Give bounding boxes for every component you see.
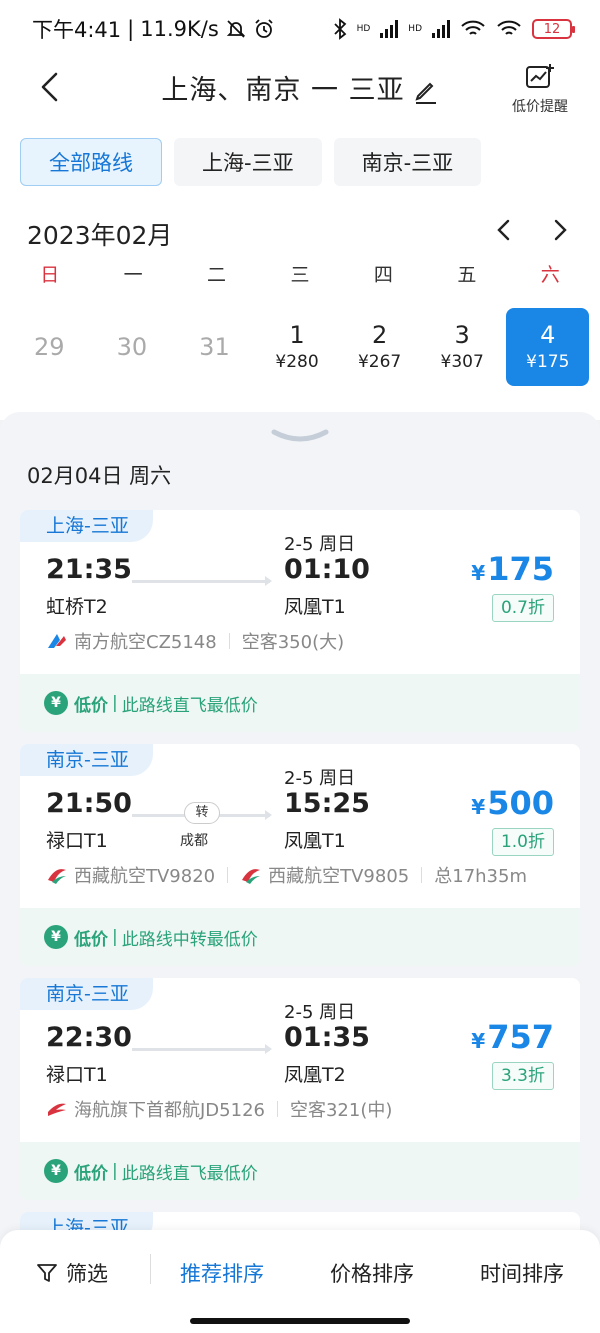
status-bar: 下午4:41 | 11.9K/s HD HD 12 bbox=[0, 0, 600, 58]
arrival-date: 2-5 周日 bbox=[284, 768, 356, 789]
calendar-day: 31 bbox=[199, 333, 230, 361]
weekday-label: 二 bbox=[207, 264, 227, 286]
route-label: 南京-三亚 bbox=[20, 978, 153, 1010]
weekday-label: 五 bbox=[457, 264, 477, 286]
network-speed: 11.9K/s bbox=[140, 17, 219, 41]
arrival-airport: 凤凰T1 bbox=[284, 830, 346, 852]
flight-line bbox=[132, 1044, 272, 1054]
departure-airport: 虹桥T2 bbox=[46, 596, 108, 618]
lowest-price-tag: ¥ 低价 | 此路线直飞最低价 bbox=[20, 674, 580, 732]
collapse-chevron-icon[interactable] bbox=[270, 426, 330, 446]
results-panel: 02月04日 周六 上海-三亚 2-5 周日 21:35 01:10 虹桥T2 … bbox=[0, 412, 600, 1332]
lowest-price-tag: ¥ 低价 | 此路线直飞最低价 bbox=[20, 1142, 580, 1200]
tab-shanghai-sanya[interactable]: 上海-三亚 bbox=[174, 138, 322, 186]
departure-airport: 禄口T1 bbox=[46, 830, 108, 852]
calendar-day-selected[interactable]: 4 ¥175 bbox=[506, 308, 590, 386]
wifi-icon bbox=[461, 20, 485, 35]
hd-label: HD bbox=[408, 24, 422, 34]
flight-card[interactable]: 上海-三亚 2-5 周日 21:35 01:10 虹桥T2 凤凰T1 ¥175 … bbox=[20, 510, 580, 732]
arrival-time: 15:25 bbox=[284, 788, 370, 819]
bluetooth-icon bbox=[333, 18, 346, 40]
arrival-airport: 凤凰T1 bbox=[284, 596, 346, 618]
battery-icon: 12 bbox=[532, 19, 575, 39]
results-date-heading: 02月04日 周六 bbox=[27, 464, 172, 488]
calendar-day[interactable]: 2 ¥267 bbox=[338, 308, 421, 386]
departure-time: 22:30 bbox=[46, 1022, 132, 1053]
weekday-label: 四 bbox=[373, 264, 393, 286]
departure-time: 21:50 bbox=[46, 788, 132, 819]
arrival-date: 2-5 周日 bbox=[284, 534, 356, 555]
bottom-divider bbox=[150, 1254, 151, 1284]
capital-airlines-logo-icon bbox=[48, 1103, 66, 1116]
top-section: 下午4:41 | 11.9K/s HD HD 12 上海、南京 一 三亚 低价提… bbox=[0, 0, 600, 420]
weekday-label: 一 bbox=[123, 264, 143, 286]
tibet-airlines-logo-icon bbox=[48, 869, 66, 884]
calendar-days: 29 30 31 1 ¥280 2 ¥267 3 ¥307 4 ¥175 bbox=[8, 308, 592, 386]
signal-2-icon bbox=[432, 20, 450, 38]
transfer-city: 成都 bbox=[180, 833, 208, 849]
edit-pencil-icon[interactable] bbox=[413, 79, 439, 105]
arrival-time: 01:10 bbox=[284, 554, 370, 585]
discount-badge: 3.3折 bbox=[491, 1062, 554, 1090]
next-month-icon[interactable] bbox=[550, 218, 570, 242]
discount-badge: 1.0折 bbox=[491, 828, 554, 856]
flight-price: ¥175 bbox=[471, 550, 554, 588]
tab-nanjing-sanya[interactable]: 南京-三亚 bbox=[333, 138, 482, 186]
route-label: 上海-三亚 bbox=[20, 510, 153, 542]
discount-badge: 0.7折 bbox=[491, 594, 554, 622]
filter-button[interactable]: 筛选 bbox=[36, 1258, 108, 1288]
arrival-date: 2-5 周日 bbox=[284, 1002, 356, 1023]
flight-card[interactable]: 南京-三亚 2-5 周日 21:50 转 成都 15:25 禄口T1 凤凰T1 … bbox=[20, 744, 580, 966]
calendar-day[interactable]: 3 ¥307 bbox=[421, 308, 504, 386]
weekday-label: 三 bbox=[290, 264, 310, 286]
yen-circle-icon: ¥ bbox=[44, 925, 68, 949]
calendar-weekdays: 日 一 二 三 四 五 六 bbox=[8, 260, 592, 287]
calendar-day: 29 bbox=[34, 333, 65, 361]
home-indicator[interactable] bbox=[190, 1318, 410, 1324]
status-time: 下午4:41 bbox=[32, 18, 122, 42]
calendar-month: 2023年02月 bbox=[27, 221, 173, 250]
arrival-airport: 凤凰T2 bbox=[284, 1064, 346, 1086]
flight-info: 南方航空CZ5148 空客350(大) bbox=[46, 628, 344, 654]
flight-price: ¥757 bbox=[471, 1018, 554, 1056]
bottom-sort-bar: 筛选 推荐排序 价格排序 时间排序 bbox=[0, 1230, 600, 1333]
flight-info: 海航旗下首都航JD5126 空客321(中) bbox=[46, 1096, 392, 1122]
yen-circle-icon: ¥ bbox=[44, 1159, 68, 1183]
funnel-icon bbox=[37, 1264, 57, 1282]
departure-time: 21:35 bbox=[46, 554, 132, 585]
mute-bell-icon bbox=[226, 20, 245, 38]
yen-circle-icon: ¥ bbox=[44, 691, 68, 715]
calendar-nav bbox=[494, 218, 570, 242]
arrival-time: 01:35 bbox=[284, 1022, 370, 1053]
prev-month-icon[interactable] bbox=[494, 218, 514, 242]
flight-line bbox=[132, 576, 272, 586]
price-alert-button[interactable]: 低价提醒 bbox=[504, 62, 576, 116]
flight-price: ¥500 bbox=[471, 784, 554, 822]
app-header: 上海、南京 一 三亚 低价提醒 bbox=[0, 58, 600, 120]
wifi-2-icon bbox=[497, 20, 521, 35]
transfer-badge: 转 bbox=[184, 802, 220, 824]
departure-airport: 禄口T1 bbox=[46, 1064, 108, 1086]
sort-recommended-button[interactable]: 推荐排序 bbox=[180, 1258, 264, 1288]
sort-price-button[interactable]: 价格排序 bbox=[330, 1258, 414, 1288]
tab-all-routes[interactable]: 全部路线 bbox=[20, 138, 162, 186]
flight-card[interactable]: 南京-三亚 2-5 周日 22:30 01:35 禄口T1 凤凰T2 ¥757 … bbox=[20, 978, 580, 1200]
alarm-icon bbox=[255, 19, 273, 38]
calendar-day: 30 bbox=[116, 333, 148, 361]
route-label: 南京-三亚 bbox=[20, 744, 153, 776]
flight-info: 西藏航空TV9820 西藏航空TV9805 总17h35m bbox=[46, 862, 527, 888]
lowest-price-tag: ¥ 低价 | 此路线中转最低价 bbox=[20, 908, 580, 966]
sort-time-button[interactable]: 时间排序 bbox=[480, 1258, 564, 1288]
weekday-label: 日 bbox=[40, 264, 60, 286]
tibet-airlines-logo-icon bbox=[242, 869, 261, 884]
signal-1-icon bbox=[380, 20, 399, 38]
hd-label: HD bbox=[356, 24, 371, 34]
price-chart-plus-icon bbox=[526, 64, 554, 88]
calendar-day[interactable]: 1 ¥280 bbox=[256, 308, 339, 386]
china-southern-logo-icon bbox=[48, 634, 66, 648]
weekday-label: 六 bbox=[540, 264, 560, 286]
route-tabs: 全部路线 上海-三亚 南京-三亚 bbox=[20, 138, 482, 186]
